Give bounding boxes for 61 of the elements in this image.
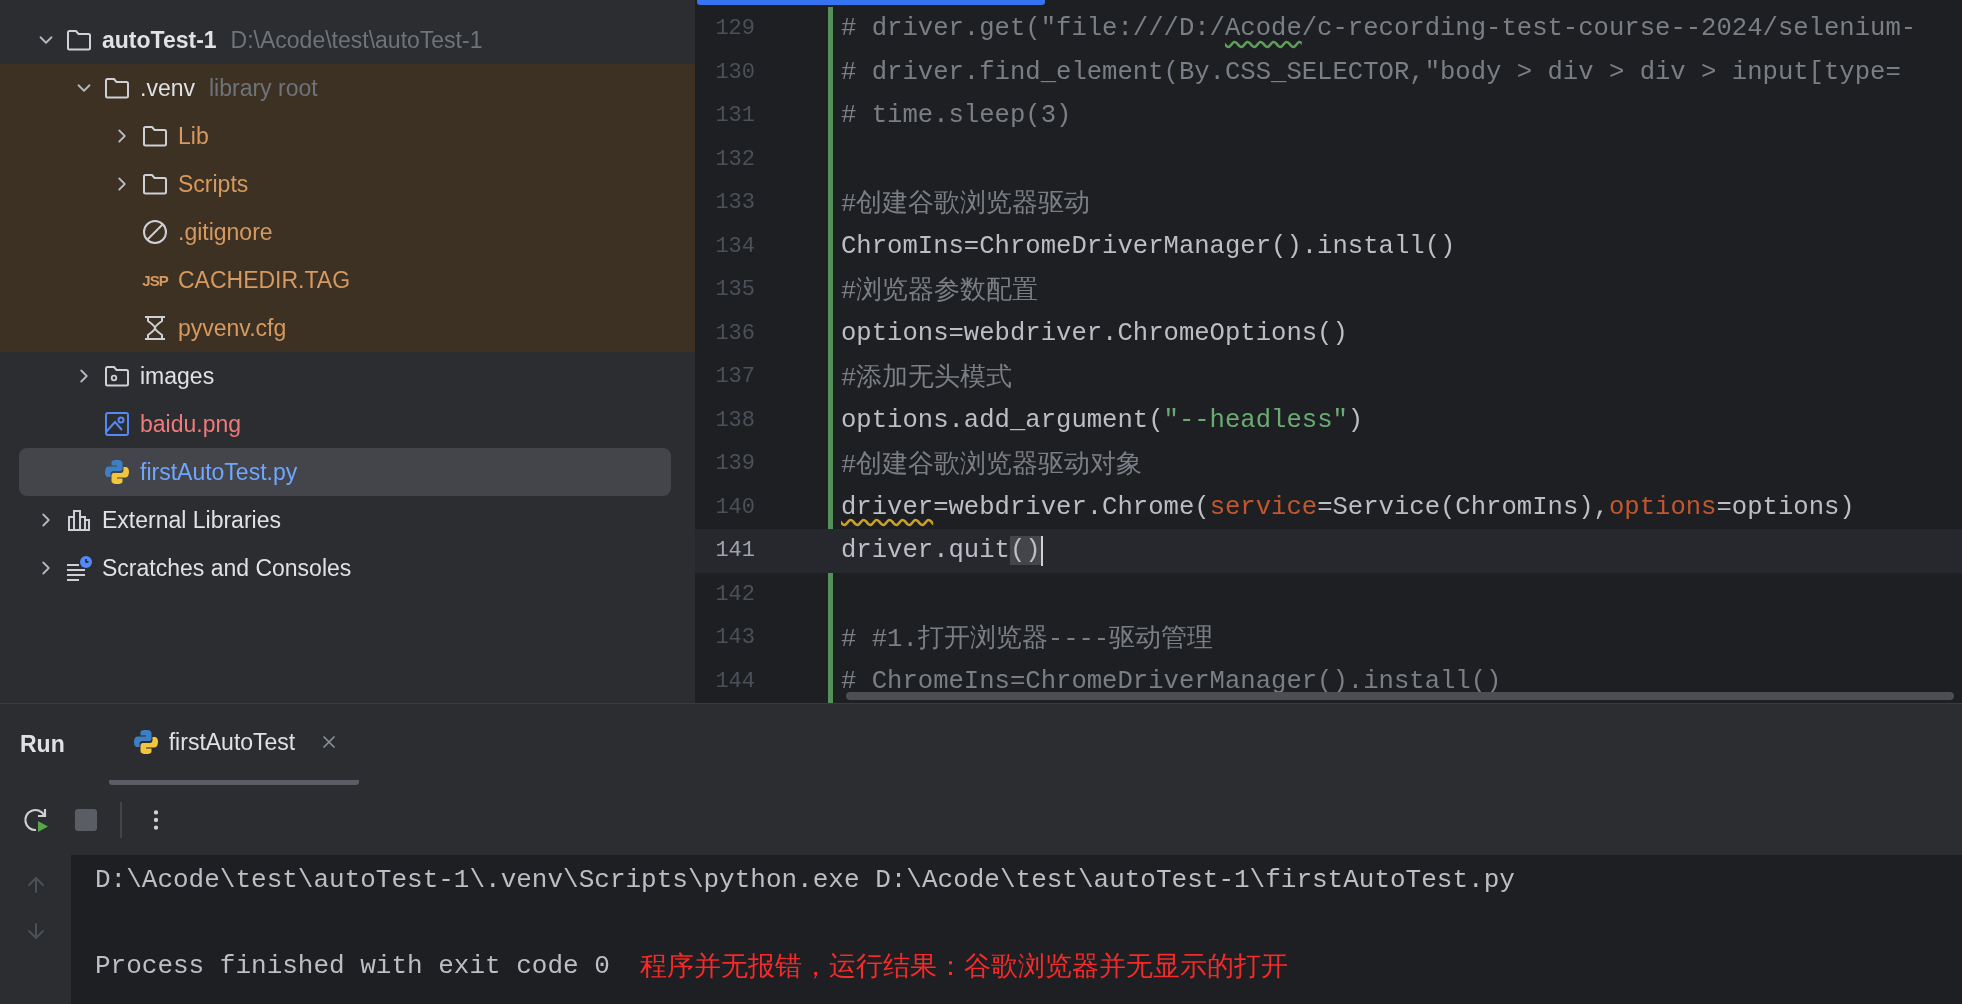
python-icon	[132, 729, 159, 755]
folder-icon	[104, 77, 130, 99]
tree-item[interactable]: Lib	[19, 112, 671, 160]
code-line: driver=webdriver.Chrome(service=Service(ChromIns),options=options)	[841, 492, 1855, 522]
tree-item[interactable]: firstAutoTest.py	[19, 448, 671, 496]
scrollbar-thumb[interactable]	[846, 692, 1954, 700]
tree-item[interactable]: .venv library root	[19, 64, 671, 112]
item-name: images	[140, 362, 215, 390]
item-name: firstAutoTest.py	[140, 458, 298, 486]
code-line: ChromIns=ChromeDriverManager().install()	[841, 231, 1456, 261]
code-line: #浏览器参数配置	[841, 275, 1039, 308]
tree-item[interactable]: JSP CACHEDIR.TAG	[19, 256, 671, 304]
run-tab[interactable]: firstAutoTest	[108, 704, 360, 785]
scratches-icon	[65, 555, 93, 581]
tree-item[interactable]: autoTest-1 D:\Acode\test\autoTest-1	[19, 16, 671, 64]
item-name: .venv	[140, 74, 195, 102]
item-name: Lib	[178, 122, 209, 150]
line-number: 141	[714, 538, 755, 564]
tree-item[interactable]: .gitignore	[19, 208, 671, 256]
item-name: External Libraries	[102, 506, 281, 534]
item-name: CACHEDIR.TAG	[178, 266, 351, 294]
code-line: driver.quit()	[841, 536, 1041, 566]
python-icon	[104, 459, 130, 485]
code-line: # time.sleep(3)	[841, 101, 1072, 131]
code-line: # #1.打开浏览器----驱动管理	[841, 623, 1214, 656]
tree-item[interactable]: images	[19, 352, 671, 400]
tab-label: firstAutoTest	[168, 728, 296, 756]
ban-icon	[142, 219, 168, 245]
item-name: autoTest-1	[102, 26, 217, 54]
code-line: #创建谷歌浏览器驱动对象	[841, 449, 1143, 482]
code-line: options.add_argument("--headless")	[841, 405, 1364, 435]
tree-item[interactable]: baidu.png	[19, 400, 671, 448]
console-text: Process finished with exit code 0	[95, 950, 610, 981]
panel-title: Run	[20, 731, 65, 758]
code-line: #创建谷歌浏览器驱动	[841, 188, 1091, 221]
item-name: Scratches and Consoles	[102, 554, 352, 582]
tree-item[interactable]: Scripts	[19, 160, 671, 208]
console-text: D:\Acode\test\autoTest-1\.venv\Scripts\python.exe D:\Acode\test\autoTest-1\firstAutoTest.py	[95, 864, 1515, 895]
item-name: .gitignore	[178, 218, 273, 246]
item-hint: D:\Acode\test\autoTest-1	[230, 26, 483, 54]
item-name: Scripts	[178, 170, 249, 198]
file-type-icon: JSP	[142, 271, 168, 289]
image-folder-icon	[104, 365, 130, 387]
code-line: #添加无头模式	[841, 362, 1013, 395]
item-name: baidu.png	[140, 410, 242, 438]
library-icon	[66, 508, 92, 532]
image-icon	[104, 411, 130, 437]
folder-icon	[66, 29, 92, 51]
tree-item[interactable]: Scratches and Consoles	[19, 544, 671, 592]
annotation-text: 程序并无报错，运行结果：谷歌浏览器并无显示的打开	[639, 949, 1288, 983]
folder-icon	[142, 125, 168, 147]
code-line: options=webdriver.ChromeOptions()	[841, 318, 1348, 348]
tree-item[interactable]: pyvenv.cfg	[19, 304, 671, 352]
code-line: # driver.get("file:///D:/Acode/c-recording-test-course--2024/selenium-	[841, 14, 1917, 44]
item-name: pyvenv.cfg	[178, 314, 287, 342]
code-line: # ChromeIns=ChromeDriverManager().install()	[841, 666, 1502, 696]
folder-icon	[142, 173, 168, 195]
code-line: # driver.find_element(By.CSS_SELECTOR,"body > div > div > input[type=	[841, 57, 1901, 87]
item-hint: library root	[209, 74, 318, 102]
tree-item[interactable]: External Libraries	[19, 496, 671, 544]
hourglass-icon	[143, 315, 167, 341]
